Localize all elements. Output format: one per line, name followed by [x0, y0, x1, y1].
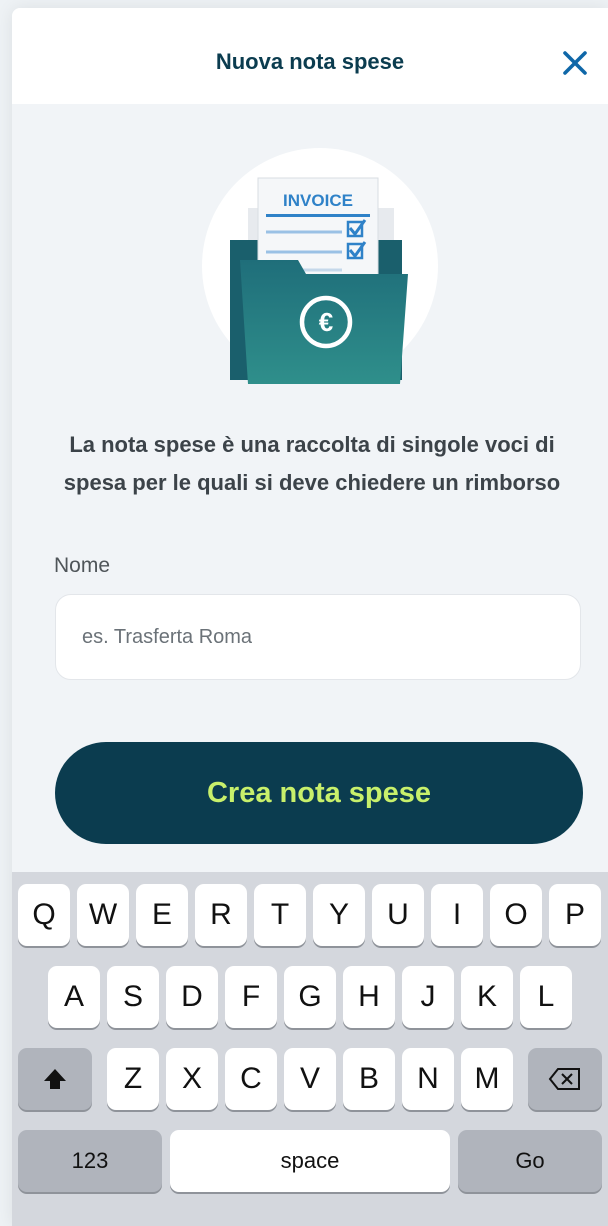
app-screen: Nuova nota spese INVOICE € La nota spese… [12, 8, 608, 1226]
numbers-key[interactable]: 123 [18, 1130, 162, 1192]
key-r[interactable]: R [195, 884, 247, 946]
shift-icon [44, 1069, 66, 1089]
description-text: La nota spese è una raccolta di singole … [63, 432, 561, 495]
key-s[interactable]: S [107, 966, 159, 1028]
key-n[interactable]: N [402, 1048, 454, 1110]
key-p[interactable]: P [549, 884, 601, 946]
invoice-folder-icon: INVOICE € [230, 177, 408, 384]
key-b[interactable]: B [343, 1048, 395, 1110]
invoice-title: INVOICE [283, 191, 353, 210]
key-a[interactable]: A [48, 966, 100, 1028]
invoice-folder-illustration: INVOICE € [202, 148, 438, 384]
backspace-key[interactable] [528, 1048, 602, 1110]
key-w[interactable]: W [77, 884, 129, 946]
go-key[interactable]: Go [458, 1130, 602, 1192]
key-i[interactable]: I [431, 884, 483, 946]
backspace-icon [548, 1068, 580, 1090]
key-e[interactable]: E [136, 884, 188, 946]
key-h[interactable]: H [343, 966, 395, 1028]
key-q[interactable]: Q [18, 884, 70, 946]
key-u[interactable]: U [372, 884, 424, 946]
close-icon[interactable] [558, 46, 592, 80]
page-title: Nuova nota spese [215, 49, 405, 74]
key-j[interactable]: J [402, 966, 454, 1028]
space-key[interactable]: space [170, 1130, 450, 1192]
key-k[interactable]: K [461, 966, 513, 1028]
key-f[interactable]: F [225, 966, 277, 1028]
key-g[interactable]: G [284, 966, 336, 1028]
key-o[interactable]: O [490, 884, 542, 946]
key-l[interactable]: L [520, 966, 572, 1028]
shift-key[interactable] [18, 1048, 92, 1110]
onscreen-keyboard: Q W E R T Y U I O P A S D F G H J K L Z … [12, 872, 608, 1226]
create-expense-report-button[interactable]: Crea nota spese [55, 742, 583, 844]
key-t[interactable]: T [254, 884, 306, 946]
key-m[interactable]: M [461, 1048, 513, 1110]
header-bar: Nuova nota spese [12, 8, 608, 104]
name-input[interactable] [55, 594, 581, 680]
key-d[interactable]: D [166, 966, 218, 1028]
euro-symbol: € [319, 307, 333, 337]
key-c[interactable]: C [225, 1048, 277, 1110]
key-y[interactable]: Y [313, 884, 365, 946]
name-field-label: Nome [54, 554, 111, 577]
key-v[interactable]: V [284, 1048, 336, 1110]
key-x[interactable]: X [166, 1048, 218, 1110]
key-z[interactable]: Z [107, 1048, 159, 1110]
